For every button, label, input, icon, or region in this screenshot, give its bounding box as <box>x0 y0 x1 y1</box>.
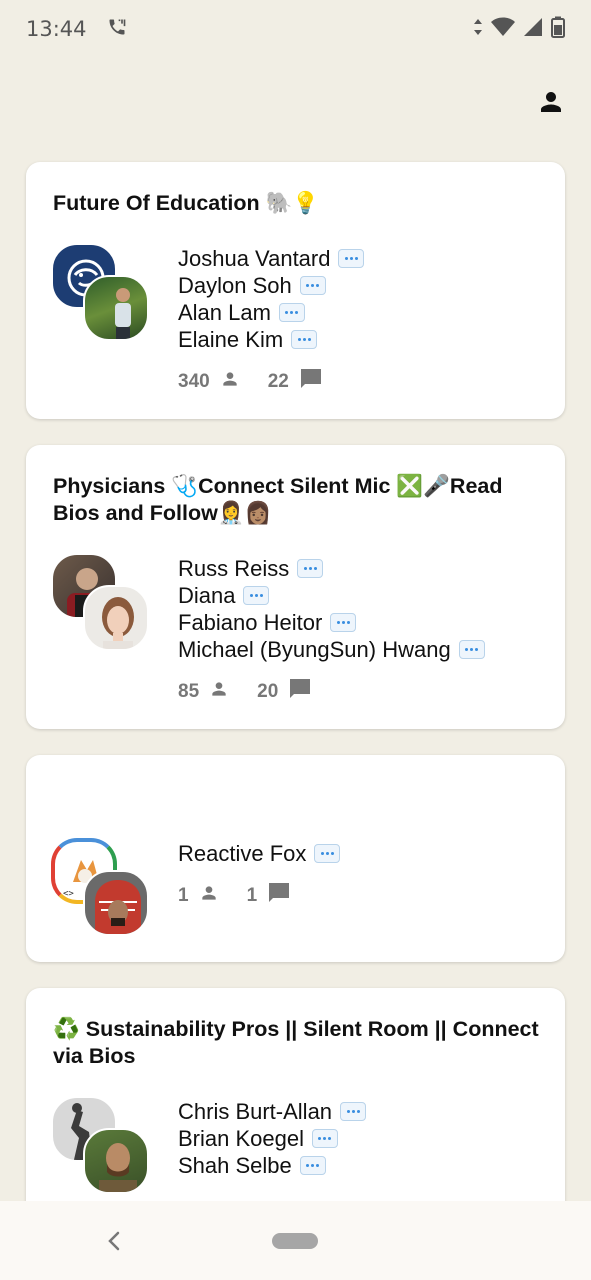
chat-icon <box>299 367 323 397</box>
status-bar: 13:44 <box>0 0 591 58</box>
speaker-name[interactable]: Brian Koegel <box>178 1125 539 1152</box>
listener-count: 1 <box>178 885 189 906</box>
profile-button[interactable] <box>535 88 567 120</box>
speaking-bubble-icon <box>299 1156 326 1175</box>
speaking-bubble-icon <box>243 586 270 605</box>
wifi-calling-icon <box>107 17 127 42</box>
listener-count: 85 <box>178 681 200 702</box>
speaker-photo-avatar <box>83 585 149 651</box>
speaker-name[interactable]: Shah Selbe <box>178 1152 539 1179</box>
room-stats: 85 20 <box>178 677 539 707</box>
back-button[interactable] <box>104 1229 124 1253</box>
speaking-bubble-icon <box>297 559 324 578</box>
comment-count: 20 <box>257 681 279 702</box>
comment-count: 1 <box>246 885 258 906</box>
speaker-photo-avatar <box>83 1128 149 1194</box>
room-card[interactable]: <> Reactive Fox 1 1 <box>26 755 565 962</box>
svg-text:<>: <> <box>63 889 74 899</box>
home-pill-button[interactable] <box>272 1233 318 1249</box>
speaker-avatars <box>51 243 178 345</box>
speaker-photo-avatar <box>83 870 149 936</box>
room-title: Future Of Education 🐘💡 <box>53 191 320 215</box>
chat-icon <box>288 677 312 707</box>
speaking-bubble-icon <box>291 330 318 349</box>
room-title: Physicians 🩺Connect Silent Mic ❎🎤Read Bi… <box>53 474 503 525</box>
wifi-icon <box>491 17 515 42</box>
person-icon <box>220 369 240 395</box>
speaker-name[interactable]: Russ Reiss <box>178 555 539 582</box>
room-feed: Future Of Education 🐘💡 Joshua Vantard Da… <box>26 162 565 1246</box>
speaker-name[interactable]: Fabiano Heitor <box>178 609 539 636</box>
speaker-avatars <box>51 553 178 655</box>
speaker-name[interactable]: Diana <box>178 582 539 609</box>
speaker-avatars: <> <box>51 838 178 940</box>
room-title: ♻️ Sustainability Pros || Silent Room ||… <box>53 1017 539 1068</box>
room-title <box>53 783 539 810</box>
comment-count: 22 <box>267 371 289 392</box>
listener-count: 340 <box>178 371 210 392</box>
chevron-left-icon <box>104 1231 124 1257</box>
speaker-name[interactable]: Alan Lam <box>178 299 539 326</box>
speaker-name[interactable]: Joshua Vantard <box>178 245 539 272</box>
room-card[interactable]: ♻️ Sustainability Pros || Silent Room ||… <box>26 988 565 1220</box>
speaking-bubble-icon <box>299 276 326 295</box>
speaker-name[interactable]: Michael (ByungSun) Hwang <box>178 636 539 663</box>
speaker-avatars <box>51 1096 178 1198</box>
speaking-bubble-icon <box>458 640 485 659</box>
room-card[interactable]: Physicians 🩺Connect Silent Mic ❎🎤Read Bi… <box>26 445 565 729</box>
speaker-name[interactable]: Chris Burt-Allan <box>178 1098 539 1125</box>
room-card[interactable]: Future Of Education 🐘💡 Joshua Vantard Da… <box>26 162 565 419</box>
room-stats: 1 1 <box>178 881 539 911</box>
speaking-bubble-icon <box>338 249 365 268</box>
speaking-bubble-icon <box>278 303 305 322</box>
room-stats: 340 22 <box>178 367 539 397</box>
speaking-bubble-icon <box>314 844 341 863</box>
person-icon <box>536 87 566 121</box>
speaking-bubble-icon <box>340 1102 367 1121</box>
speaking-bubble-icon <box>330 613 357 632</box>
person-icon <box>209 679 229 705</box>
battery-icon <box>551 16 565 43</box>
cell-signal-icon <box>523 17 543 42</box>
data-arrows-icon <box>473 17 483 42</box>
speaker-name[interactable]: Elaine Kim <box>178 326 539 353</box>
speaker-photo-avatar <box>83 275 149 341</box>
speaking-bubble-icon <box>311 1129 338 1148</box>
status-time: 13:44 <box>26 17 87 41</box>
system-nav-bar <box>0 1201 591 1280</box>
speaker-name[interactable]: Reactive Fox <box>178 840 539 867</box>
speaker-name[interactable]: Daylon Soh <box>178 272 539 299</box>
chat-icon <box>267 881 291 911</box>
person-icon <box>199 883 219 909</box>
